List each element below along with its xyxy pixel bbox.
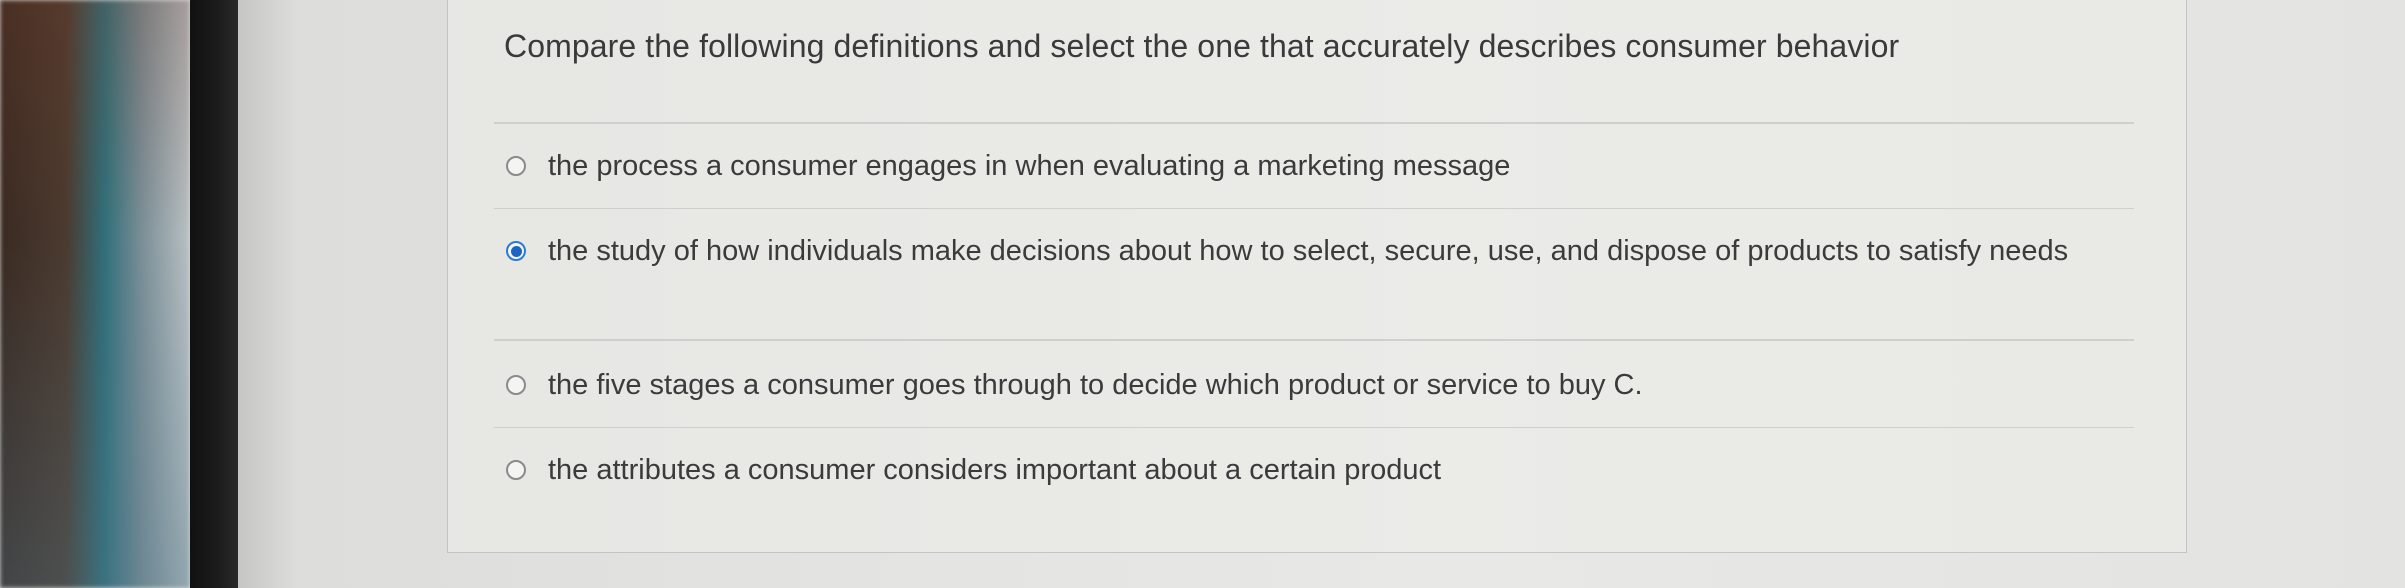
question-prompt: Compare the following definitions and se… <box>504 28 1900 64</box>
answer-option-3-label[interactable]: the five stages a consumer goes through … <box>548 361 1643 409</box>
answer-option-4[interactable]: the attributes a consumer considers impo… <box>494 428 2134 514</box>
radio-button-2-selected[interactable] <box>506 241 526 261</box>
radio-button-4[interactable] <box>506 460 526 480</box>
answer-option-3[interactable]: the five stages a consumer goes through … <box>494 341 2134 427</box>
monitor-bezel <box>190 0 238 588</box>
answer-option-2-label[interactable]: the study of how individuals make decisi… <box>548 227 2068 275</box>
background-blur <box>0 0 190 588</box>
radio-button-3[interactable] <box>506 374 526 395</box>
question-card: Compare the following definitions and se… <box>447 0 2187 553</box>
answer-option-4-label[interactable]: the attributes a consumer considers impo… <box>548 446 1441 494</box>
answer-option-1[interactable]: the process a consumer engages in when e… <box>494 124 2134 208</box>
screen-edge-shadow <box>238 0 298 588</box>
answer-option-2[interactable]: the study of how individuals make decisi… <box>494 209 2134 339</box>
answer-options: the process a consumer engages in when e… <box>494 122 2134 514</box>
radio-button-1[interactable] <box>506 155 526 176</box>
photo-of-screen: Compare the following definitions and se… <box>0 0 2405 588</box>
answer-option-1-label[interactable]: the process a consumer engages in when e… <box>548 142 1510 190</box>
